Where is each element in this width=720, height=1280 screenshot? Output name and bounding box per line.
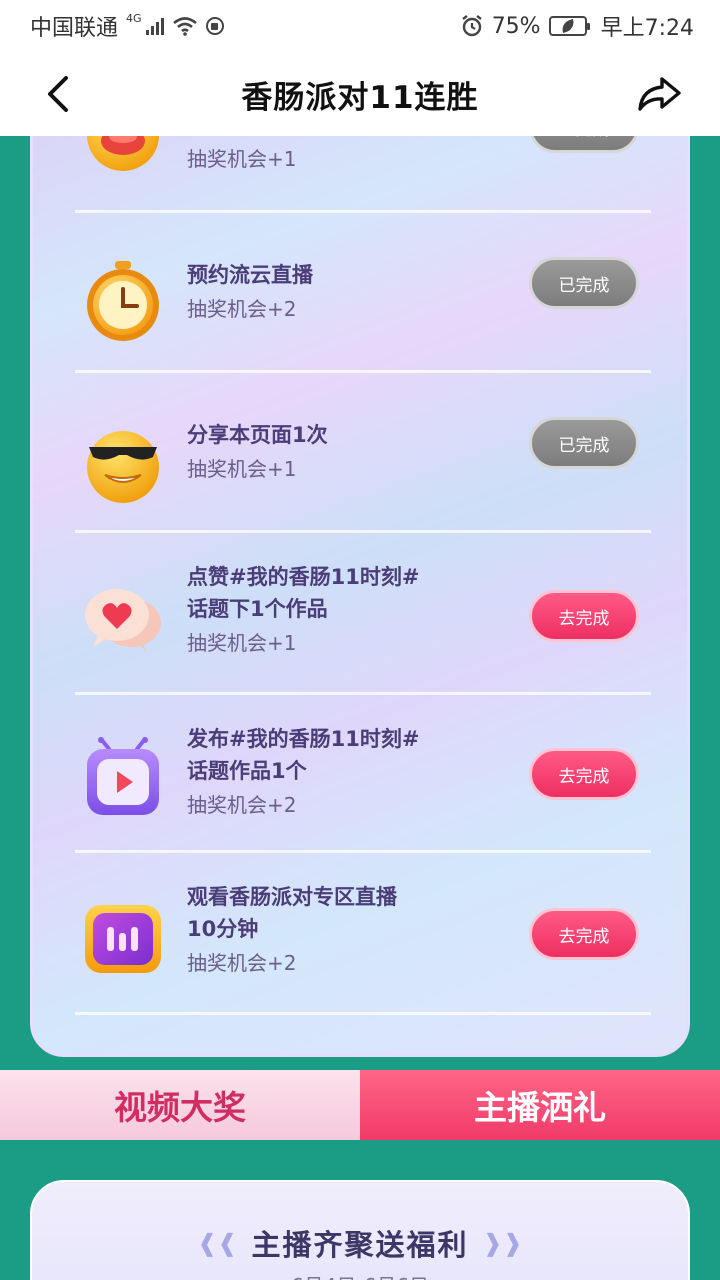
card-title-row: ❰❰ 主播齐聚送福利 ❱❱ bbox=[32, 1222, 688, 1264]
alarm-icon bbox=[461, 15, 482, 37]
task-title: 点赞#我的香肠11时刻# bbox=[187, 565, 420, 589]
task-text: 发布#我的香肠11时刻# 话题作品1个 抽奖机会+2 bbox=[187, 723, 419, 821]
task-title-line2: 10分钟 bbox=[187, 917, 259, 941]
status-bar: 中国联通 4G 75% 早上7:24 bbox=[0, 0, 720, 52]
task-panel: 抽奖机会+1 已完成 预约流云直播 抽奖机会+2 已完成 bbox=[30, 100, 690, 1057]
task-go-button[interactable]: 去完成 bbox=[529, 908, 639, 960]
tab-anchor-gift[interactable]: 主播洒礼 bbox=[360, 1070, 720, 1140]
task-text: 点赞#我的香肠11时刻# 话题下1个作品 抽奖机会+1 bbox=[187, 561, 419, 659]
card-date: 6月4日-6月6日 bbox=[32, 1270, 688, 1280]
heart-chat-icon bbox=[85, 589, 161, 653]
carrier-label: 中国联通 bbox=[30, 16, 119, 41]
task-reward: 抽奖机会+2 bbox=[187, 951, 297, 975]
chevron-left-icon bbox=[48, 76, 68, 112]
task-go-button[interactable]: 去完成 bbox=[529, 748, 639, 800]
task-text: 预约流云直播 抽奖机会+2 bbox=[187, 259, 313, 325]
task-title-line2: 话题下1个作品 bbox=[187, 597, 328, 621]
task-item: 预约流云直播 抽奖机会+2 已完成 bbox=[75, 213, 651, 373]
right-decoration-icon: ❱❱ bbox=[482, 1229, 523, 1257]
signal-icon bbox=[145, 17, 164, 35]
page-title: 香肠派对11连胜 bbox=[241, 79, 479, 116]
sunglasses-emoji-icon bbox=[87, 431, 159, 503]
battery-percent: 75% bbox=[491, 13, 541, 39]
task-title: 预约流云直播 bbox=[187, 263, 313, 287]
back-button[interactable] bbox=[36, 72, 80, 116]
status-left: 中国联通 4G bbox=[30, 10, 224, 42]
left-decoration-icon: ❰❰ bbox=[197, 1229, 238, 1257]
share-arrow-icon bbox=[638, 77, 681, 111]
alarm-clock-icon bbox=[87, 261, 159, 341]
clock: 早上7:24 bbox=[600, 16, 694, 41]
network-type: 4G bbox=[126, 11, 142, 25]
nav-bar: 香肠派对11连胜 bbox=[0, 52, 720, 136]
tab-video-prize[interactable]: 视频大奖 bbox=[0, 1070, 360, 1140]
task-title-line2: 话题作品1个 bbox=[187, 759, 307, 783]
task-text: 观看香肠派对专区直播 10分钟 抽奖机会+2 bbox=[187, 881, 397, 979]
prize-tabs: 视频大奖 主播洒礼 bbox=[0, 1070, 720, 1140]
anchor-welfare-card: ❰❰ 主播齐聚送福利 ❱❱ 6月4日-6月6日 bbox=[30, 1180, 690, 1280]
task-item: 点赞#我的香肠11时刻# 话题下1个作品 抽奖机会+1 去完成 bbox=[75, 533, 651, 695]
task-item: 发布#我的香肠11时刻# 话题作品1个 抽奖机会+2 去完成 bbox=[75, 695, 651, 853]
live-stream-icon bbox=[85, 905, 161, 973]
tv-play-icon bbox=[87, 737, 159, 815]
task-title: 分享本页面1次 bbox=[187, 423, 328, 447]
status-right: 75% 早上7:24 bbox=[460, 10, 694, 42]
task-item: 分享本页面1次 抽奖机会+1 已完成 bbox=[75, 373, 651, 533]
share-button[interactable] bbox=[634, 72, 684, 116]
task-title: 发布#我的香肠11时刻# bbox=[187, 727, 420, 751]
task-done-button[interactable]: 已完成 bbox=[529, 257, 639, 309]
card-title: 主播齐聚送福利 bbox=[251, 1228, 469, 1262]
wifi-icon bbox=[172, 17, 197, 36]
task-reward: 抽奖机会+2 bbox=[187, 793, 297, 817]
battery-icon bbox=[548, 16, 590, 36]
task-text: 分享本页面1次 抽奖机会+1 bbox=[187, 419, 328, 485]
task-title: 观看香肠派对专区直播 bbox=[187, 885, 397, 909]
task-done-button[interactable]: 已完成 bbox=[529, 417, 639, 469]
task-reward: 抽奖机会+1 bbox=[187, 457, 297, 481]
task-text: 抽奖机会+1 bbox=[187, 141, 296, 175]
screen-record-icon bbox=[205, 17, 224, 35]
task-go-button[interactable]: 去完成 bbox=[529, 590, 639, 642]
task-reward: 抽奖机会+2 bbox=[187, 297, 297, 321]
task-reward: 抽奖机会+1 bbox=[187, 631, 297, 655]
task-reward: 抽奖机会+1 bbox=[187, 147, 297, 171]
task-item: 观看香肠派对专区直播 10分钟 抽奖机会+2 去完成 bbox=[75, 853, 651, 1015]
